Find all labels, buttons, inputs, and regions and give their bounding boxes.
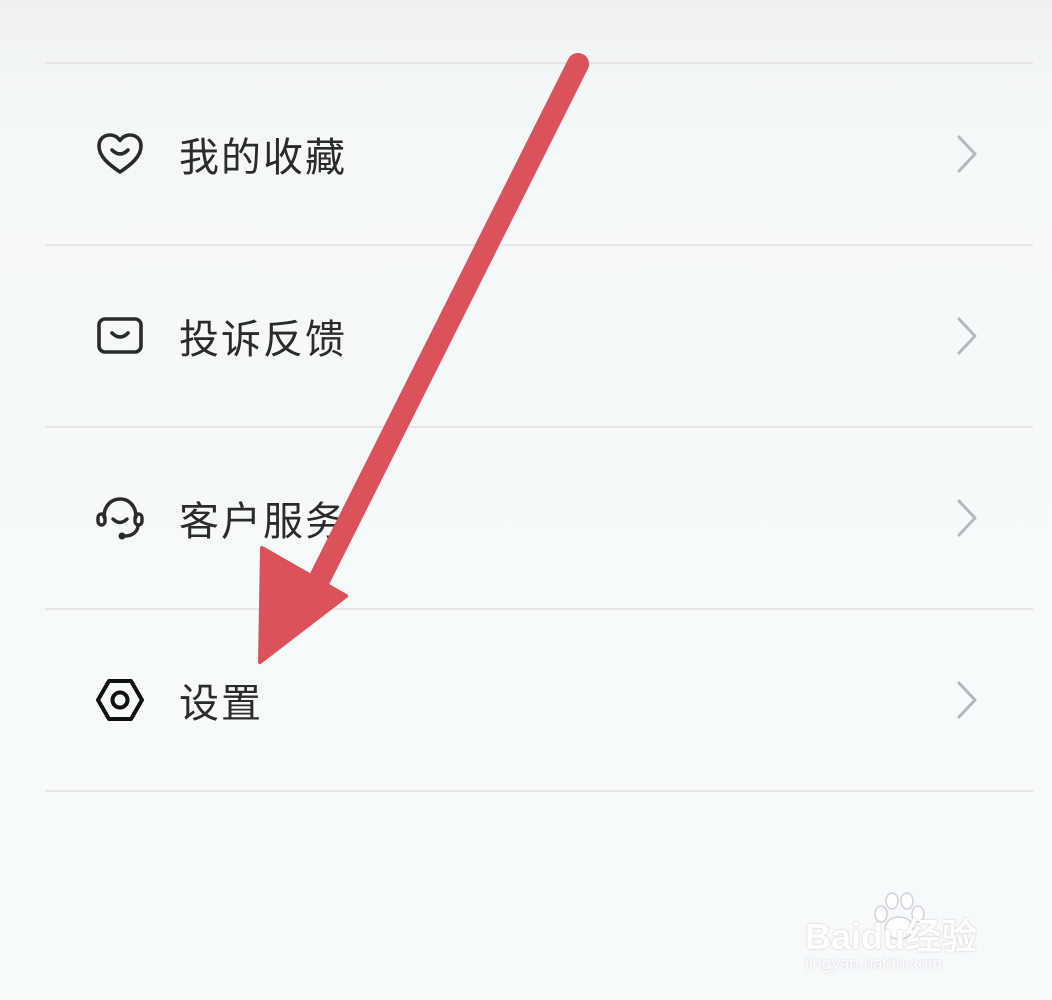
menu-item-settings[interactable]: 设置 [45, 610, 1033, 792]
baidu-watermark: Baidu经验 jingyan.baidu.com [805, 888, 1005, 983]
menu-item-customer-service[interactable]: 客户服务 [45, 428, 1033, 610]
menu-item-label: 客户服务 [179, 499, 347, 545]
settings-icon [95, 675, 145, 725]
menu-item-label: 我的收藏 [179, 135, 347, 181]
chevron-right-icon [955, 134, 979, 174]
chevron-right-icon [955, 680, 979, 720]
chevron-right-icon [955, 498, 979, 538]
menu-item-label: 投诉反馈 [179, 317, 347, 363]
menu-list: 我的收藏 投诉反馈 客户服务 设置 [45, 62, 1033, 792]
menu-item-label: 设置 [179, 681, 263, 727]
heart-icon [95, 129, 145, 179]
watermark-url: jingyan.baidu.com [805, 954, 943, 973]
menu-item-favorites[interactable]: 我的收藏 [45, 64, 1033, 246]
menu-item-feedback[interactable]: 投诉反馈 [45, 246, 1033, 428]
feedback-icon [95, 311, 145, 361]
chevron-right-icon [955, 316, 979, 356]
watermark-brand: Baidu经验 [805, 916, 978, 957]
headset-icon [95, 493, 145, 543]
